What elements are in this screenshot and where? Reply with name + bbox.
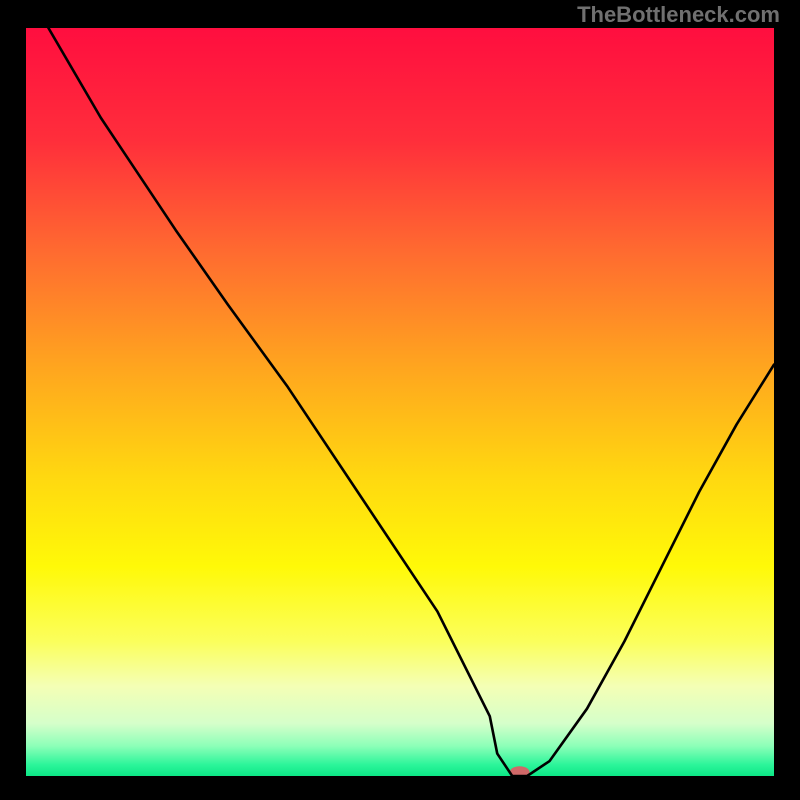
chart-frame	[26, 28, 774, 776]
watermark-text: TheBottleneck.com	[577, 2, 780, 28]
gradient-background	[26, 28, 774, 776]
chart-svg	[26, 28, 774, 776]
